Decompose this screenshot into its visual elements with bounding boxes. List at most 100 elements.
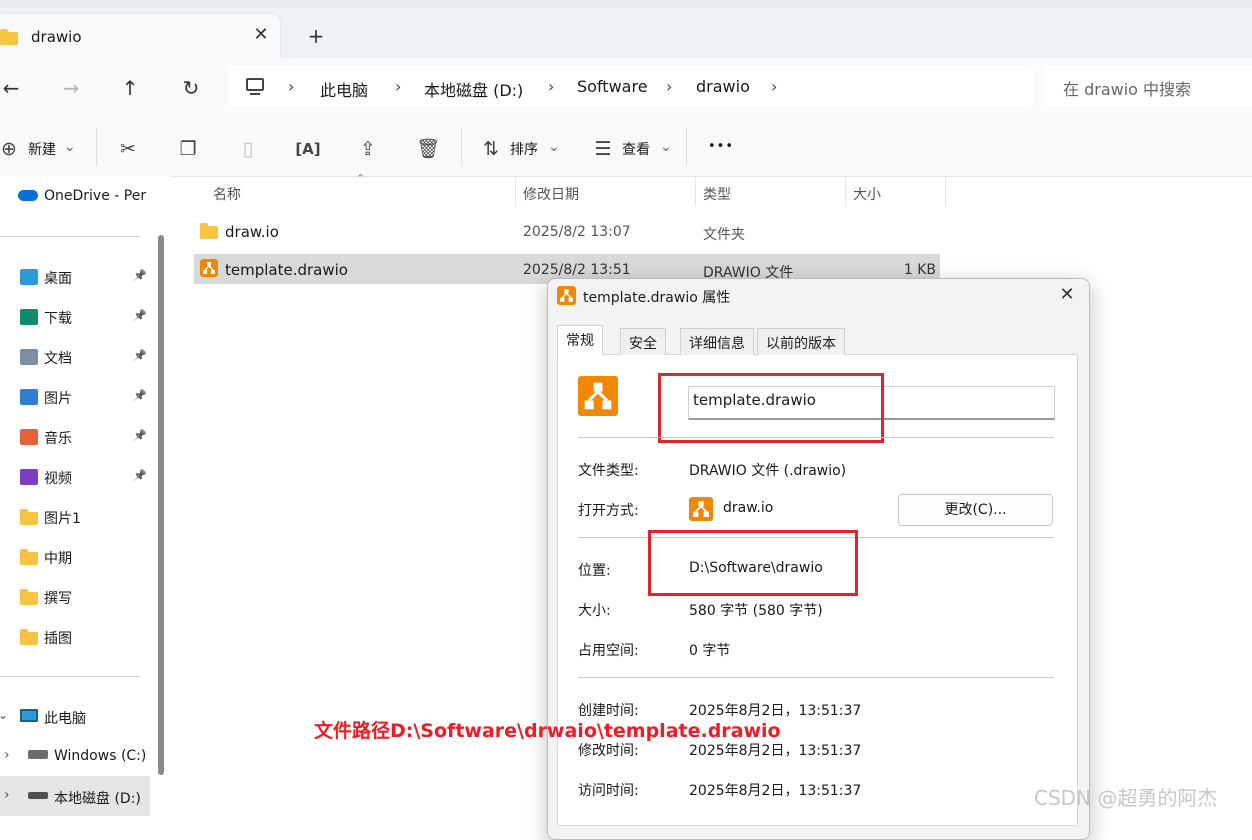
cut-icon[interactable]: ✂ — [115, 136, 141, 162]
expand-chevron-icon[interactable]: › — [4, 747, 10, 763]
file-type: 文件夹 — [703, 227, 745, 243]
chevron-down-icon[interactable]: ⌄ — [548, 139, 560, 155]
search-input[interactable]: 在 drawio 中搜索 — [1045, 66, 1252, 106]
breadcrumb-chevron[interactable]: › — [666, 77, 672, 96]
pictures-icon — [20, 389, 38, 405]
column-divider[interactable] — [515, 176, 516, 206]
column-header-size[interactable]: 大小 — [853, 184, 881, 204]
download-icon — [20, 309, 38, 325]
videos-icon — [20, 469, 38, 485]
file-modified: 2025/8/2 13:51 — [523, 262, 631, 278]
column-divider[interactable] — [695, 176, 696, 206]
rename-icon[interactable]: [A] — [295, 136, 321, 162]
drawio-app-icon — [689, 497, 713, 521]
tab-previous-versions[interactable]: 以前的版本 — [757, 328, 845, 355]
copy-icon[interactable]: ❐ — [175, 136, 201, 162]
sidebar-item-drive-c[interactable]: Windows (C:) — [54, 748, 146, 764]
up-icon[interactable]: ↑ — [115, 74, 145, 102]
breadcrumb-software[interactable]: Software — [577, 77, 648, 96]
documents-icon — [20, 349, 38, 365]
watermark: CSDN @超勇的阿杰 — [1034, 786, 1218, 810]
file-type-label: 文件类型: — [578, 463, 639, 479]
pin-icon[interactable]: 📌 — [133, 469, 147, 482]
column-divider[interactable] — [845, 176, 846, 206]
chevron-down-icon[interactable]: ⌄ — [660, 139, 672, 155]
sidebar-item-this-pc[interactable]: 此电脑 — [44, 708, 86, 728]
sidebar-item-folder[interactable]: 插图 — [44, 628, 72, 648]
sidebar-item-label[interactable]: 下载 — [44, 308, 72, 328]
breadcrumb-local-disk-d[interactable]: 本地磁盘 (D:) — [424, 77, 523, 101]
sidebar-item-folder[interactable]: 图片1 — [44, 508, 81, 528]
highlight-box-filename — [658, 373, 884, 443]
sort-icon[interactable]: ⇅ — [478, 136, 504, 162]
desktop-icon — [20, 269, 38, 285]
breadcrumb-chevron[interactable]: › — [771, 77, 777, 96]
dialog-divider — [578, 677, 1054, 678]
sort-button[interactable]: 排序 — [510, 139, 538, 159]
column-header-name[interactable]: 名称 — [213, 184, 241, 204]
sidebar-item-label[interactable]: 桌面 — [44, 268, 72, 288]
accessed-value: 2025年8月2日，13:51:37 — [689, 783, 862, 799]
breadcrumb-drawio[interactable]: drawio — [696, 77, 750, 96]
pin-icon[interactable]: 📌 — [133, 349, 147, 362]
share-icon[interactable]: ⇪ — [355, 136, 381, 162]
new-icon[interactable]: ⊕ — [0, 136, 22, 162]
forward-icon[interactable]: → — [56, 74, 86, 102]
highlight-box-location — [648, 530, 858, 596]
view-icon[interactable]: ☰ — [590, 136, 616, 162]
open-with-value: draw.io — [723, 500, 774, 516]
sidebar-item-folder[interactable]: 中期 — [44, 548, 72, 568]
folder-icon — [20, 549, 38, 565]
pin-icon[interactable]: 📌 — [133, 269, 147, 282]
file-name[interactable]: draw.io — [225, 223, 279, 241]
pin-icon[interactable]: 📌 — [133, 309, 147, 322]
sidebar-item-drive-d[interactable]: 本地磁盘 (D:) — [54, 788, 141, 808]
size-value: 580 字节 (580 字节) — [689, 603, 823, 619]
close-tab-icon[interactable]: ✕ — [250, 24, 272, 45]
sidebar-item-label[interactable]: 文档 — [44, 348, 72, 368]
expand-chevron-icon[interactable]: › — [4, 787, 10, 803]
pin-icon[interactable]: 📌 — [133, 429, 147, 442]
tab-security[interactable]: 安全 — [620, 328, 666, 355]
breadcrumb-chevron[interactable]: › — [395, 77, 401, 96]
sidebar-divider — [0, 676, 140, 677]
sidebar-item-label[interactable]: 图片 — [44, 388, 72, 408]
toolbar-divider — [461, 128, 462, 166]
new-button[interactable]: 新建 — [28, 139, 56, 159]
column-header-type[interactable]: 类型 — [703, 184, 731, 204]
tab-details[interactable]: 详细信息 — [680, 328, 754, 355]
more-options-icon[interactable]: ••• — [708, 139, 734, 154]
tab-title: drawio — [31, 28, 82, 46]
music-icon — [20, 429, 38, 445]
breadcrumb-chevron[interactable]: › — [548, 77, 554, 96]
chevron-down-icon[interactable]: ⌄ — [64, 139, 76, 155]
new-tab-icon[interactable]: + — [305, 24, 327, 48]
tab-general[interactable]: 常规 — [557, 325, 603, 355]
modified-label: 修改时间: — [578, 743, 639, 759]
expand-chevron-icon[interactable]: ⌄ — [0, 708, 8, 722]
refresh-icon[interactable]: ↻ — [176, 74, 206, 102]
delete-icon[interactable]: 🗑 — [415, 136, 441, 162]
close-icon[interactable]: ✕ — [1056, 284, 1078, 305]
sidebar-item-label[interactable]: 音乐 — [44, 428, 72, 448]
sidebar-item-label[interactable]: 视频 — [44, 468, 72, 488]
sidebar-item-onedrive[interactable]: OneDrive - Per — [44, 188, 146, 204]
breadcrumb-chevron[interactable]: › — [288, 77, 294, 96]
file-type-value: DRAWIO 文件 (.drawio) — [689, 463, 847, 479]
column-divider[interactable] — [945, 176, 946, 206]
this-pc-icon — [20, 709, 38, 722]
folder-icon — [20, 589, 38, 605]
onedrive-icon — [18, 190, 38, 201]
breadcrumb-this-pc[interactable]: 此电脑 — [320, 77, 368, 101]
file-name[interactable]: template.drawio — [225, 261, 348, 279]
drive-c-icon — [28, 750, 48, 759]
column-header-modified[interactable]: 修改日期 — [523, 184, 579, 204]
pin-icon[interactable]: 📌 — [133, 389, 147, 402]
back-icon[interactable]: ← — [0, 74, 26, 102]
sidebar-scrollbar[interactable] — [158, 235, 164, 775]
paste-icon[interactable]: ▯ — [235, 136, 261, 162]
change-button[interactable]: 更改(C)... — [898, 494, 1053, 526]
view-button[interactable]: 查看 — [622, 139, 650, 159]
file-size: 1 KB — [903, 262, 936, 278]
sidebar-item-folder[interactable]: 撰写 — [44, 588, 72, 608]
